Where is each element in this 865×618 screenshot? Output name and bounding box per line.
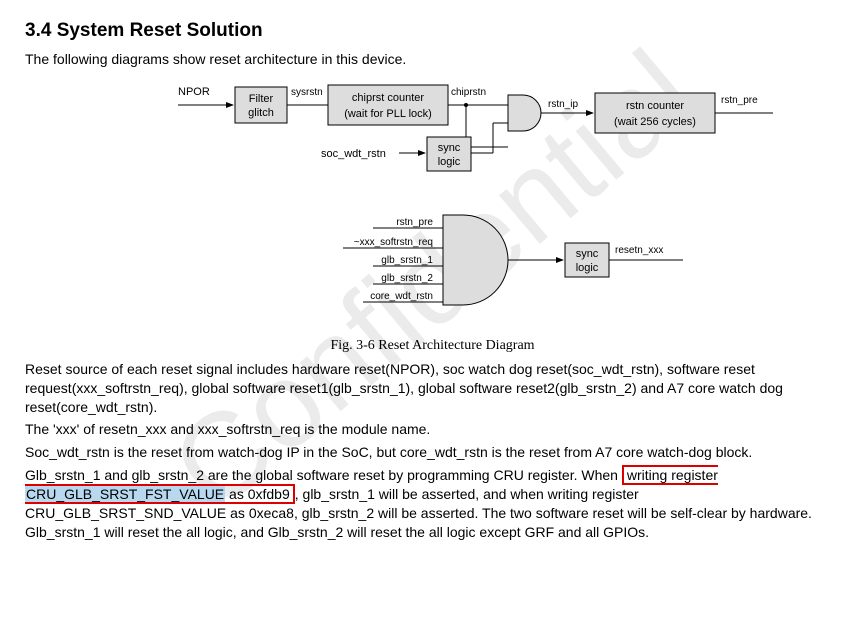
label-corewdt: core_wdt_rstn — [370, 291, 433, 302]
body-para-1: Reset source of each reset signal includ… — [25, 360, 840, 417]
body4-a: Glb_srstn_1 and glb_srstn_2 are the glob… — [25, 467, 622, 483]
label-sync1-b: logic — [437, 156, 460, 168]
label-glb2: glb_srstn_2 — [381, 273, 433, 284]
label-rstncnt-1: rstn counter — [625, 100, 683, 112]
hl-post: as 0xfdb9 — [225, 486, 290, 502]
label-chiprst-2: (wait for PLL lock) — [344, 108, 432, 120]
diagram-caption: Fig. 3-6 Reset Architecture Diagram — [25, 337, 840, 356]
label-rstncnt-2: (wait 256 cycles) — [614, 116, 696, 128]
label-filter-glitch-2: glitch — [248, 107, 274, 119]
label-socwdt: soc_wdt_rstn — [321, 148, 386, 160]
label-rstnpre-in: rstn_pre — [396, 217, 433, 228]
label-filter-glitch-1: Filter — [248, 93, 273, 105]
label-softrstn: ~xxx_softrstn_req — [353, 237, 432, 248]
body-para-4: Glb_srstn_1 and glb_srstn_2 are the glob… — [25, 466, 840, 542]
label-resetnxxx: resetn_xxx — [615, 245, 663, 256]
label-sysrstn: sysrstn — [291, 87, 323, 98]
label-sync1-a: sync — [437, 142, 460, 154]
label-chiprst-1: chiprst counter — [351, 92, 423, 104]
label-glb1: glb_srstn_1 — [381, 255, 433, 266]
label-npor: NPOR — [178, 86, 210, 98]
label-sync2-b: logic — [575, 262, 598, 274]
label-rstnpre-out: rstn_pre — [721, 95, 758, 106]
section-heading: 3.4 System Reset Solution — [25, 20, 840, 42]
label-chiprstn: chiprstn — [451, 87, 486, 98]
label-sync2-a: sync — [575, 248, 598, 260]
reset-architecture-diagram: NPOR Filter glitch sysrstn chiprst count… — [25, 75, 840, 335]
hl-pre: writing register — [627, 467, 718, 483]
label-rstnip: rstn_ip — [548, 99, 578, 110]
register-highlight: CRU_GLB_SRST_FST_VALUE — [25, 486, 225, 502]
body-para-2: The 'xxx' of resetn_xxx and xxx_softrstn… — [25, 420, 840, 439]
body-para-3: Soc_wdt_rstn is the reset from watch-dog… — [25, 443, 840, 462]
intro-text: The following diagrams show reset archit… — [25, 50, 840, 69]
